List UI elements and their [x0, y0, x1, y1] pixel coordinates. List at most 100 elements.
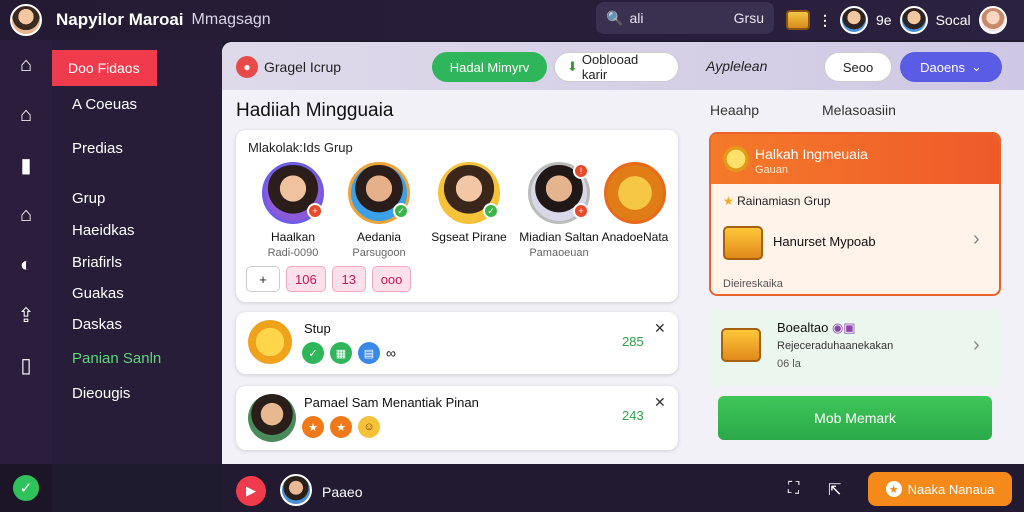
member-name: Aedania	[356, 230, 402, 244]
section-title: Hadiiah Mingguaia	[236, 100, 394, 121]
user-avatar[interactable]	[899, 6, 928, 34]
bonus-title: Boealtao ◉▣	[777, 320, 856, 336]
share-icon[interactable]: ⇱	[828, 480, 841, 500]
group-card: Mlakolak:Ids Grup + Haalkan Radi-0090 ✓ …	[236, 130, 678, 302]
bonus-title-text: Boealtao	[777, 320, 829, 335]
see-button[interactable]: Seoo	[824, 52, 892, 82]
close-icon[interactable]: ✕	[654, 394, 666, 411]
user-name[interactable]: Socal	[936, 12, 971, 28]
search-placeholder: ali	[629, 10, 644, 26]
coin-avatar[interactable]	[840, 6, 868, 34]
bottom-user-name: Paaeo	[322, 484, 363, 500]
member[interactable]: ✓ Aedania Parsugoon	[336, 162, 422, 259]
member[interactable]: + Haalkan Radi-0090	[250, 162, 336, 259]
bonus-number: 06 la	[777, 358, 801, 370]
play-icon[interactable]: ▶	[236, 476, 266, 506]
sidebar-item[interactable]: Daskas	[72, 316, 122, 333]
add-chip[interactable]: +	[246, 266, 280, 292]
chevron-right-icon[interactable]: ›	[973, 334, 980, 357]
sidebar-item[interactable]: Predias	[72, 140, 123, 157]
gift-icon: ◉▣	[831, 320, 856, 335]
primary-action-button[interactable]: Mob Memark	[718, 396, 992, 440]
sidebar-item-active[interactable]: Doo Fidaos	[52, 50, 157, 86]
search-icon: 🔍	[606, 9, 624, 26]
coins-count: 9e	[876, 12, 892, 28]
member[interactable]: ! + Miadian Saltan Pamaoeuan	[516, 162, 602, 259]
green-button[interactable]: Hadal Mimyrv	[432, 52, 547, 82]
tab-heaahp[interactable]: Heaahp	[710, 102, 759, 118]
coin-icon	[723, 146, 749, 172]
card-icon: ▤	[358, 342, 380, 364]
tab-melasoasiin[interactable]: Melasoasiin	[822, 102, 896, 118]
coin-icon	[248, 320, 292, 364]
list-item[interactable]: Pamael Sam Menantiak Pinan ★ ★ ☺ 243 ✕	[236, 386, 678, 450]
header-link[interactable]: Ayplelean	[706, 58, 767, 74]
member-name: Miadian Saltan	[519, 230, 599, 244]
chest-icon	[721, 328, 761, 362]
member[interactable]: ✓ Sgseat Pirane	[426, 162, 512, 247]
dropdown-button[interactable]: Daoens ⌄	[900, 52, 1002, 82]
sidebar-item[interactable]: Briafirls	[72, 254, 122, 271]
sidebar-item[interactable]: Haeidkas	[72, 222, 135, 239]
top-right-group: ⋮ 9e Socal	[786, 0, 1007, 40]
group-label: Mlakolak:Ids Grup	[248, 140, 353, 155]
sidebar-item[interactable]: A Coeuas	[72, 96, 137, 113]
bottom-bar: ▶ Paaeo ⛶ ⇱ ★ Naaka Nanaua	[222, 464, 1024, 512]
row-title: Stup	[304, 321, 331, 336]
reward-title: Halkah Ingmeuaia	[755, 146, 868, 162]
more-chip[interactable]: ooo	[371, 266, 412, 292]
sidebar: Doo Fidaos A Coeuas Predias Grup Haeidka…	[52, 40, 222, 464]
bottom-action-button[interactable]: ★ Naaka Nanaua	[868, 472, 1012, 506]
reward-icon	[604, 162, 666, 224]
home-icon[interactable]: ⌂	[0, 40, 52, 90]
notice-icon[interactable]: ▯	[0, 340, 52, 390]
chevron-right-icon[interactable]: ›	[973, 228, 980, 251]
reward-card[interactable]: Halkah Ingmeuaia Gauan ★ Rainamiasn Grup…	[709, 132, 1001, 296]
count-chip[interactable]: 106	[286, 266, 326, 292]
bonus-card[interactable]: Boealtao ◉▣ Rejeceraduhaanekakan 06 la ›	[709, 310, 1001, 386]
house-icon[interactable]: ⌂	[0, 90, 52, 140]
row-title: Pamael Sam Menantiak Pinan	[304, 395, 479, 410]
search-input[interactable]: 🔍 ali Grsu	[596, 2, 774, 34]
star-icon: ★	[723, 194, 734, 208]
app-title: Napyilor Maroai	[56, 10, 184, 29]
sidebar-item[interactable]: Guakas	[72, 285, 124, 302]
member-sub: Parsugoon	[352, 247, 406, 259]
reward-line: ★ Rainamiasn Grup	[723, 194, 830, 208]
smile-icon: ☺	[358, 416, 380, 438]
reward-item-name: Hanurset Mypoab	[773, 234, 876, 249]
close-icon[interactable]: ✕	[654, 320, 666, 337]
download-label: Ooblooad karir	[581, 52, 639, 82]
sidebar-item[interactable]: Panian Sanln	[72, 350, 161, 367]
header-title: Gragel Icrup	[264, 59, 342, 75]
app-avatar[interactable]	[10, 4, 42, 36]
member[interactable]: AnadoeNata	[592, 162, 678, 247]
star-icon: ★	[885, 481, 902, 497]
app-logo-icon[interactable]: ✓	[13, 475, 39, 501]
download-button[interactable]: ⬇ Ooblooad karir	[554, 52, 679, 82]
share-icon[interactable]: ⇪	[0, 290, 52, 340]
stats-icon[interactable]: ⛶	[788, 480, 799, 498]
sidebar-item[interactable]: Dieougis	[72, 385, 130, 402]
chip-row: + 106 13 ooo	[246, 266, 412, 292]
member-sub: Radi-0090	[267, 247, 319, 259]
reward-foot: Dieireskaika	[723, 278, 783, 290]
badge-icon: ✓	[393, 203, 409, 219]
avatar[interactable]	[280, 474, 312, 506]
store-icon[interactable]: ⌂	[0, 190, 52, 240]
chest-icon[interactable]	[786, 10, 810, 30]
chat-icon[interactable]: ▮	[0, 140, 52, 190]
badge-icon: ✓	[483, 203, 499, 219]
game-icon[interactable]: ◐	[0, 240, 52, 290]
sidebar-item[interactable]: Grup	[72, 190, 105, 207]
more-icon[interactable]: ⋮	[818, 12, 832, 29]
list-item[interactable]: Stup ✓ ▦ ▤ ∞ 285 ✕	[236, 312, 678, 374]
member-name: AnadoeNata	[601, 230, 669, 244]
panel-header: ● Gragel Icrup Hadal Mimyrv ⬇ Ooblooad k…	[222, 42, 1024, 90]
dropdown-label: Daoens	[920, 59, 965, 75]
star-icon: ★	[330, 416, 352, 438]
count-chip[interactable]: 13	[331, 266, 366, 292]
profile-avatar[interactable]	[978, 6, 1007, 34]
group-icon: ●	[236, 56, 258, 78]
badge-icon: !	[573, 163, 589, 179]
